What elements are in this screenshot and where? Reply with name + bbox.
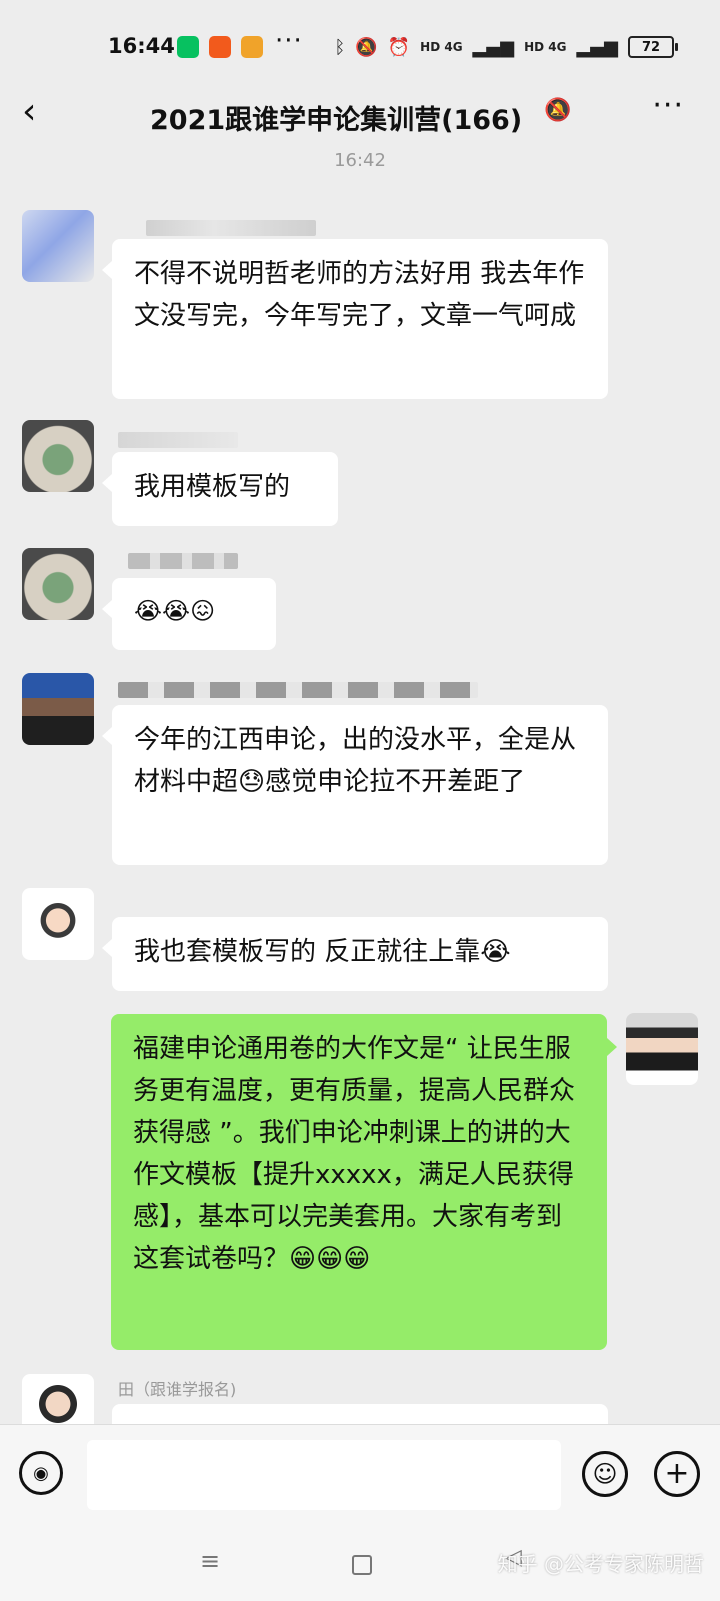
avatar[interactable]	[22, 673, 94, 745]
message-bubble[interactable]: 我也套模板写的 反正就往上靠😭	[102, 917, 608, 991]
alarm-icon: ⏰	[387, 36, 411, 58]
bluetooth-icon: ᛒ	[334, 36, 346, 58]
watermark: 知乎 @公考专家陈明哲	[497, 1552, 704, 1576]
voice-input-button[interactable]: ◉	[19, 1451, 63, 1495]
muted-bell-icon: 🔕	[544, 98, 572, 123]
network-indicator-1: HD 4G	[420, 40, 463, 54]
emoji-icon: ☺	[592, 1460, 618, 1488]
signal-icon-2: ▂▄▆	[576, 36, 618, 58]
status-more-icon: ···	[275, 26, 303, 56]
sender-name: 田（跟谁学报名)	[118, 1380, 237, 1399]
avatar[interactable]	[22, 1374, 94, 1424]
weibo-icon	[241, 36, 263, 58]
message-timestamp: 16:42	[334, 150, 386, 171]
menu-nav-icon[interactable]: ≡	[200, 1547, 220, 1575]
avatar[interactable]	[22, 888, 94, 960]
more-functions-button[interactable]: +	[654, 1451, 700, 1497]
wechat-icon	[177, 36, 199, 58]
plus-icon: +	[664, 1456, 690, 1491]
avatar[interactable]	[22, 420, 94, 492]
message-input[interactable]	[87, 1440, 561, 1510]
my-avatar[interactable]	[626, 1013, 698, 1085]
status-time: 16:44	[108, 34, 175, 58]
back-icon[interactable]: ‹	[22, 92, 36, 132]
status-right: ᛒ 🔕 ⏰ HD 4G ▂▄▆ HD 4G ▂▄▆ 72	[334, 34, 678, 60]
message-bubble[interactable]: 我用模板写的	[102, 452, 338, 526]
voice-icon: ◉	[33, 1462, 49, 1484]
chat-title: 2021跟谁学申论集训营(166)	[150, 105, 523, 136]
system-nav-bar: ≡ ◁ 知乎 @公考专家陈明哲	[0, 1527, 720, 1601]
sender-name-blurred	[146, 220, 316, 236]
mute-icon: 🔕	[355, 36, 378, 58]
message-bubble[interactable]: 今年的江西申论，出的没水平，全是从材料中超😓感觉申论拉不开差距了	[102, 705, 608, 865]
status-bar: 16:44 ··· ᛒ 🔕 ⏰ HD 4G ▂▄▆ HD 4G ▂▄▆ 72	[0, 0, 720, 86]
signal-icon: ▂▄▆	[472, 36, 515, 58]
battery-icon: 72	[628, 36, 678, 58]
network-indicator-2: HD 4G	[524, 40, 567, 54]
input-bar: ◉ ☺ +	[0, 1424, 720, 1527]
message-bubble[interactable]: 不得不说明哲老师的方法好用 我去年作文没写完，今年写完了，文章一气呵成	[102, 239, 608, 399]
emoji-button[interactable]: ☺	[582, 1451, 628, 1497]
avatar[interactable]	[22, 548, 94, 620]
sender-name-blurred	[128, 553, 238, 569]
message-bubble-partial[interactable]	[102, 1404, 608, 1444]
more-options-icon[interactable]: ···	[652, 88, 684, 123]
message-bubble-outgoing[interactable]: 福建申论通用卷的大作文是“ 让民生服务更有温度，更有质量，提高人民群众获得感 ”…	[111, 1014, 617, 1350]
home-nav-icon[interactable]	[352, 1555, 372, 1575]
message-bubble[interactable]: 😭😭😖	[102, 578, 276, 650]
avatar[interactable]	[22, 210, 94, 282]
mi-icon	[209, 36, 231, 58]
emoji-crying-laughing: 😭😭😖	[134, 597, 216, 625]
chat-header: ‹ 2021跟谁学申论集训营(166) 🔕 ···	[0, 86, 720, 148]
sender-name-blurred	[118, 682, 478, 698]
sender-name-blurred	[118, 432, 238, 448]
